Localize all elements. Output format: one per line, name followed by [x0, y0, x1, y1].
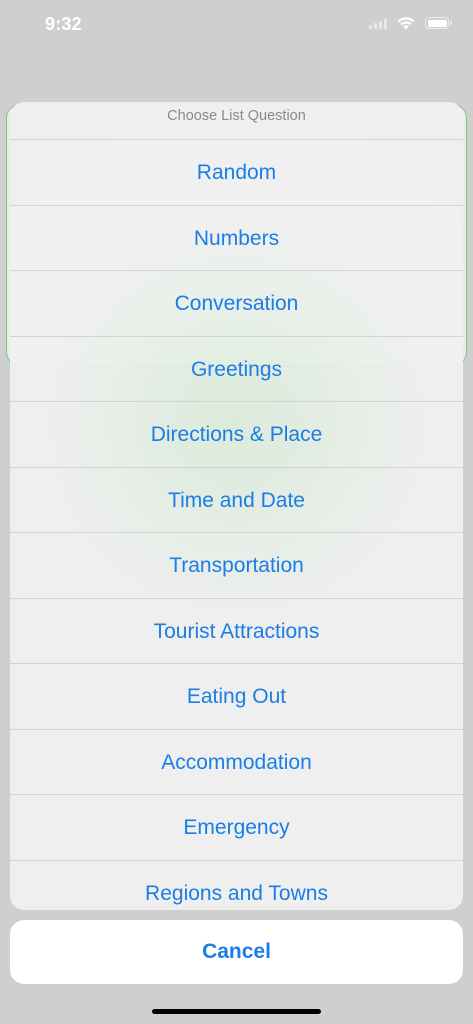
option-greetings[interactable]: Greetings [10, 337, 463, 402]
option-eating-out[interactable]: Eating Out [10, 664, 463, 730]
option-time-and-date[interactable]: Time and Date [10, 468, 463, 533]
cellular-signal-icon [369, 17, 387, 29]
cancel-button[interactable]: Cancel [10, 920, 463, 984]
option-emergency[interactable]: Emergency [10, 795, 463, 861]
option-directions-and-place[interactable]: Directions & Place [10, 402, 463, 468]
status-bar: 9:32 [0, 0, 473, 54]
wifi-icon [397, 17, 415, 30]
action-sheet-title: Choose List Question [10, 102, 463, 140]
battery-icon [425, 17, 452, 29]
option-tourist-attractions[interactable]: Tourist Attractions [10, 599, 463, 664]
status-time: 9:32 [45, 14, 82, 34]
option-random[interactable]: Random [10, 140, 463, 206]
option-conversation[interactable]: Conversation [10, 271, 463, 337]
home-indicator [152, 1009, 321, 1014]
option-numbers[interactable]: Numbers [10, 206, 463, 271]
option-transportation[interactable]: Transportation [10, 533, 463, 599]
action-sheet: Choose List Question Random Numbers Conv… [10, 102, 463, 910]
option-accommodation[interactable]: Accommodation [10, 730, 463, 795]
status-icons [369, 16, 452, 30]
option-regions-and-towns[interactable]: Regions and Towns [10, 861, 463, 911]
